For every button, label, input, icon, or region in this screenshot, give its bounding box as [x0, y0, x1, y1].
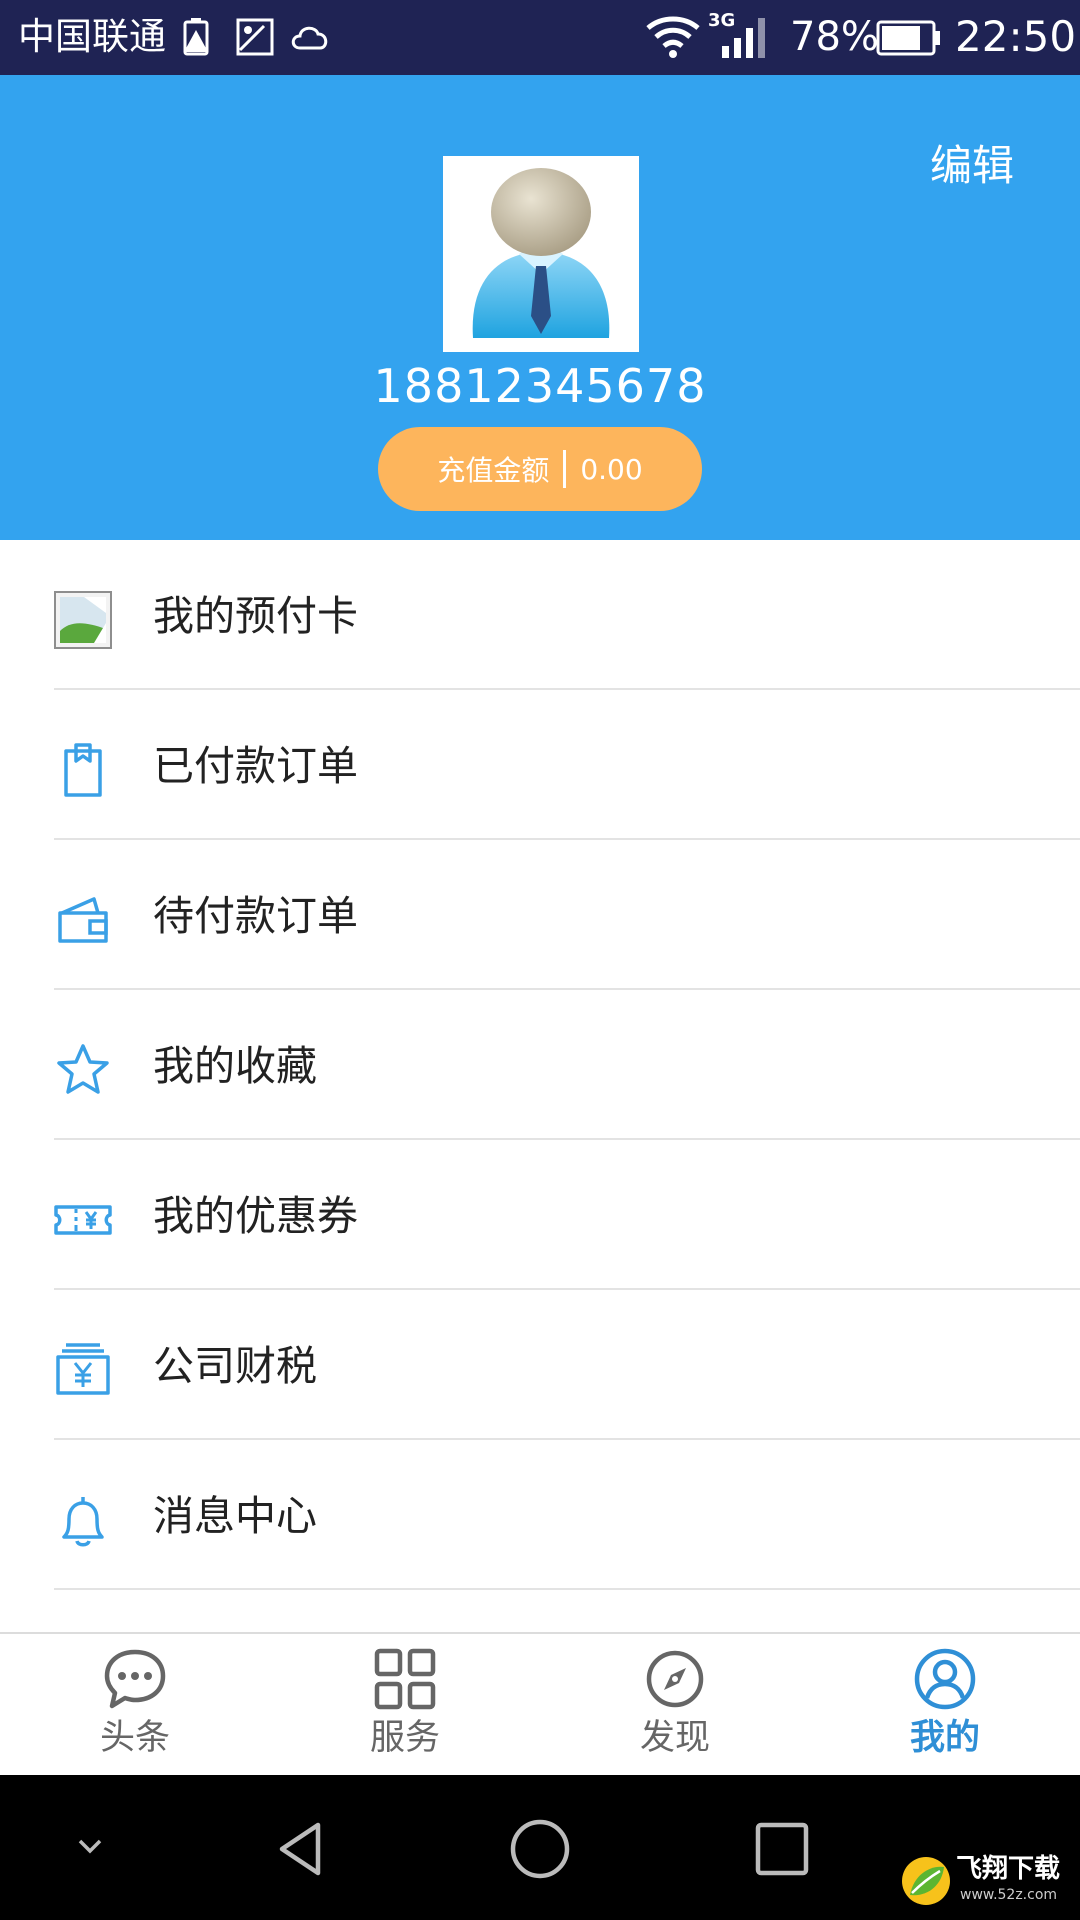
- menu-item-label: 消息中心: [153, 1492, 317, 1540]
- menu-item-company-finance[interactable]: 公司财税: [0, 1290, 1080, 1440]
- menu-item-label: 已付款订单: [153, 742, 358, 790]
- watermark-url: www.52z.com: [960, 1887, 1058, 1903]
- image-placeholder-icon: [54, 591, 112, 649]
- recharge-button[interactable]: 充值金额 0.00: [378, 427, 702, 511]
- menu-item-coupons[interactable]: 我的优惠券: [0, 1140, 1080, 1290]
- avatar[interactable]: [443, 156, 639, 352]
- recent-apps-icon[interactable]: [752, 1819, 812, 1879]
- nav-tab-services[interactable]: 服务: [270, 1634, 540, 1775]
- menu-item-message-center[interactable]: 消息中心: [0, 1440, 1080, 1590]
- watermark-text: 飞翔下载: [956, 1854, 1061, 1884]
- clock: 22:50: [955, 12, 1077, 61]
- nav-tab-discover[interactable]: 发现: [540, 1634, 810, 1775]
- watermark: 飞翔下载 www.52z.com: [900, 1853, 1072, 1909]
- nav-label: 头条: [99, 1718, 170, 1758]
- recharge-label: 充值金额: [437, 454, 550, 487]
- grid-icon: [374, 1648, 436, 1710]
- chevron-down-icon[interactable]: [72, 1829, 108, 1865]
- bottom-nav: 头条 服务 发现 我的: [0, 1632, 1080, 1775]
- menu-item-label: 我的优惠券: [153, 1192, 358, 1240]
- bell-icon: [62, 1497, 104, 1547]
- leaf-logo-icon: [902, 1857, 950, 1905]
- menu-item-label: 公司财税: [153, 1342, 317, 1390]
- cloud-icon: [291, 26, 328, 50]
- menu-item-prepaid-card[interactable]: 我的预付卡: [0, 540, 1080, 690]
- wifi-icon: [646, 16, 700, 58]
- nav-tab-mine[interactable]: 我的: [810, 1634, 1080, 1775]
- user-circle-icon: [914, 1648, 976, 1710]
- battery-alert-icon: [183, 18, 209, 56]
- status-bar: 中国联通 3G 78% 22:50: [0, 0, 1080, 75]
- chat-bubble-icon: [104, 1649, 166, 1709]
- wallet-icon: [58, 897, 108, 943]
- recharge-amount: 0.00: [580, 452, 643, 486]
- signal-icon: [722, 18, 765, 58]
- compass-icon: [646, 1650, 704, 1708]
- menu-item-label: 我的预付卡: [153, 592, 358, 640]
- profile-header: 编辑 18812345678 充值金额 0.00: [0, 75, 1080, 540]
- menu-item-label: 待付款订单: [153, 892, 358, 940]
- nav-label: 服务: [369, 1718, 440, 1758]
- image-icon: [236, 18, 274, 56]
- battery-percent: 78%: [790, 14, 879, 60]
- yuan-box-icon: [56, 1343, 110, 1395]
- coupon-icon: [54, 1205, 112, 1235]
- phone-number: 18812345678: [373, 359, 707, 413]
- menu-item-paid-orders[interactable]: 已付款订单: [0, 690, 1080, 840]
- carrier-name: 中国联通: [18, 15, 166, 58]
- menu-item-favorites[interactable]: 我的收藏: [0, 990, 1080, 1140]
- nav-tab-headlines[interactable]: 头条: [0, 1634, 270, 1775]
- back-icon[interactable]: [270, 1819, 330, 1879]
- edit-button[interactable]: 编辑: [930, 140, 1014, 192]
- battery-icon: [876, 20, 940, 56]
- home-icon[interactable]: [508, 1817, 572, 1881]
- menu-item-pending-orders[interactable]: 待付款订单: [0, 840, 1080, 990]
- user-avatar-icon: [472, 168, 610, 338]
- star-icon: [57, 1044, 109, 1094]
- nav-label: 我的: [909, 1718, 980, 1758]
- divider: [563, 450, 567, 488]
- nav-label: 发现: [639, 1718, 710, 1758]
- clipboard-icon: [64, 743, 102, 797]
- menu-list: 我的预付卡 已付款订单 待付款订单 我的收藏 我的优惠券 公司财税 消息中心: [0, 540, 1080, 1590]
- menu-item-label: 我的收藏: [153, 1042, 317, 1090]
- divider: [54, 1588, 1080, 1590]
